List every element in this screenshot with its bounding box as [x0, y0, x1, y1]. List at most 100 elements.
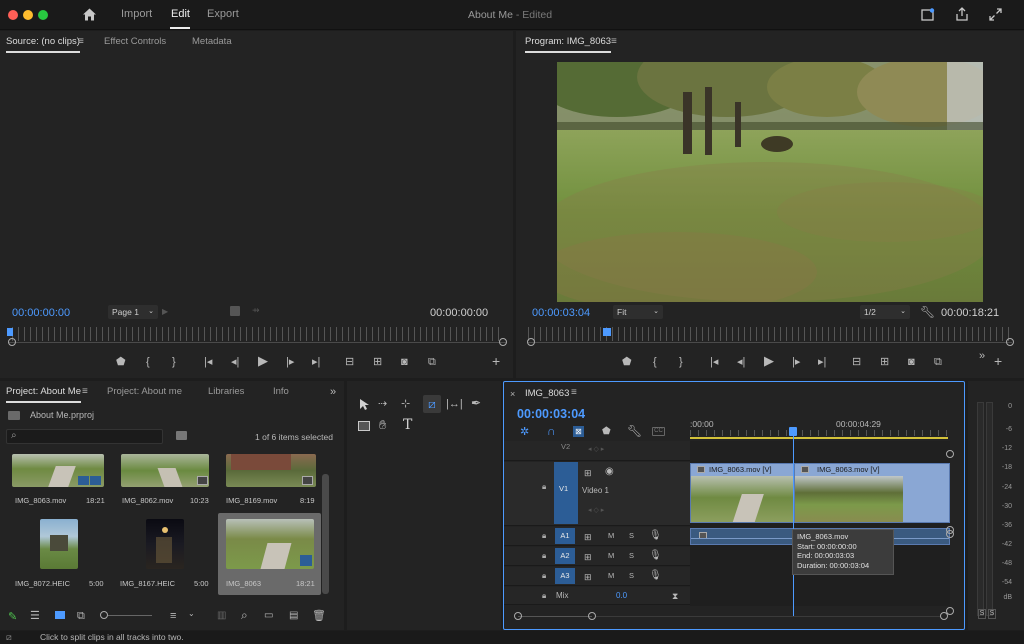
- compare-icon[interactable]: ⧉: [428, 355, 436, 369]
- mark-out-icon[interactable]: }: [172, 355, 176, 369]
- tab-project-about-me-2[interactable]: Project: About me: [107, 381, 182, 403]
- timeline-ruler[interactable]: :00:00 00:00:04:29: [690, 410, 950, 440]
- quick-export-icon[interactable]: [921, 8, 935, 21]
- more-tabs-icon[interactable]: »: [330, 385, 336, 399]
- solo-left-button[interactable]: S: [978, 609, 986, 619]
- find-icon[interactable]: ⌕: [241, 608, 248, 622]
- go-to-in-icon[interactable]: |◂: [204, 355, 212, 369]
- export-frame-icon[interactable]: ◙: [401, 355, 408, 369]
- solo-toggle[interactable]: S: [629, 551, 634, 560]
- linked-selection-icon[interactable]: ⊠: [573, 426, 584, 437]
- sync-icon[interactable]: ⊞: [584, 570, 592, 584]
- close-sequence-icon[interactable]: ×: [510, 387, 515, 401]
- search-input[interactable]: ⌕: [6, 429, 163, 444]
- zoom-handle-left[interactable]: [8, 338, 16, 346]
- source-scroll-track[interactable]: [8, 342, 506, 343]
- rectangle-tool-icon[interactable]: [358, 421, 370, 431]
- microphone-icon[interactable]: 🎙︎: [649, 529, 662, 543]
- wrench-icon[interactable]: 🔧︎: [920, 305, 935, 319]
- lock-icon[interactable]: 🔒︎: [542, 482, 546, 492]
- slip-tool-icon[interactable]: |↔|: [446, 397, 463, 411]
- solo-right-button[interactable]: S: [988, 609, 996, 619]
- home-icon[interactable]: [82, 7, 97, 22]
- eye-icon[interactable]: ◉: [605, 465, 614, 479]
- thumbnail-img-8062-mov[interactable]: [121, 454, 209, 487]
- work-area-bar[interactable]: [690, 437, 948, 439]
- project-scrollbar[interactable]: [322, 474, 329, 594]
- keyframe-nav-icon[interactable]: ◂ ◇ ▸: [588, 445, 604, 453]
- close-window-button[interactable]: [8, 10, 18, 20]
- tab-metadata[interactable]: Metadata: [192, 31, 232, 53]
- compare-icon[interactable]: ⧉: [934, 355, 942, 369]
- minimize-window-button[interactable]: [23, 10, 33, 20]
- source-time-ruler[interactable]: [12, 327, 502, 341]
- panel-menu-icon[interactable]: ≡: [571, 386, 577, 400]
- v1-target-badge[interactable]: [554, 462, 578, 524]
- selection-tool-icon[interactable]: [359, 398, 370, 411]
- v2-track-lane[interactable]: [690, 441, 950, 461]
- thumbnail-img-8167-heic[interactable]: [146, 519, 184, 569]
- sync-icon[interactable]: ⊞: [584, 550, 592, 564]
- mix-value[interactable]: 0.0: [616, 591, 627, 600]
- list-view-icon[interactable]: ☰: [30, 609, 40, 623]
- source-playhead[interactable]: [7, 328, 13, 336]
- scroll-handle-left[interactable]: [514, 612, 522, 620]
- mark-in-icon[interactable]: {: [146, 355, 150, 369]
- panel-menu-icon[interactable]: ≡: [78, 35, 84, 49]
- type-tool-icon[interactable]: T: [403, 417, 412, 433]
- clip-v1-right[interactable]: IMG_8063.mov [V]: [794, 463, 950, 523]
- timeline-timecode[interactable]: 00:00:03:04: [517, 407, 585, 421]
- program-timecode[interactable]: 00:00:03:04: [532, 307, 590, 319]
- page-select[interactable]: Page 1 ⌄: [108, 305, 158, 319]
- mix-options-icon[interactable]: ⧗: [672, 589, 678, 603]
- hand-tool-icon[interactable]: ✋︎: [379, 418, 386, 432]
- add-marker-icon[interactable]: ⬟: [602, 425, 611, 439]
- resolution-select[interactable]: 1/2 ⌄: [860, 305, 910, 319]
- microphone-icon[interactable]: 🎙︎: [649, 549, 662, 563]
- timeline-scroll-bar[interactable]: [596, 616, 941, 617]
- toggle-sync-lock-icon[interactable]: ⊞: [584, 466, 592, 480]
- tab-export[interactable]: Export: [207, 8, 239, 20]
- lock-icon[interactable]: 🔒︎: [542, 551, 546, 561]
- clip-v1-left[interactable]: IMG_8063.mov [V]: [690, 463, 794, 523]
- microphone-icon[interactable]: 🎙︎: [649, 569, 662, 583]
- tab-libraries[interactable]: Libraries: [208, 381, 244, 403]
- tab-info[interactable]: Info: [273, 381, 289, 403]
- drag-audio-icon[interactable]: ⇸: [252, 305, 260, 316]
- solo-toggle[interactable]: S: [629, 571, 634, 580]
- scroll-handle[interactable]: [946, 530, 954, 538]
- program-scroll-track[interactable]: [528, 342, 1012, 343]
- add-button-icon[interactable]: +: [492, 354, 500, 368]
- nest-toggle-icon[interactable]: ✲: [520, 425, 529, 439]
- timeline-scroll-track[interactable]: [518, 616, 592, 617]
- thumbnail-img-8063-mov[interactable]: [12, 454, 104, 487]
- snap-icon[interactable]: ∩: [547, 424, 556, 438]
- track-label-a2[interactable]: A2: [555, 548, 575, 564]
- chevron-down-icon[interactable]: ⌄: [188, 609, 195, 618]
- thumbnail-img-8072-heic[interactable]: [40, 519, 78, 569]
- drag-video-icon[interactable]: [230, 306, 240, 316]
- mark-in-icon[interactable]: {: [653, 355, 657, 369]
- zoom-window-button[interactable]: [38, 10, 48, 20]
- add-marker-icon[interactable]: ⬟: [116, 355, 126, 369]
- new-search-bin-icon[interactable]: [176, 431, 187, 440]
- tab-edit[interactable]: Edit: [171, 8, 190, 20]
- source-timecode[interactable]: 00:00:00:00: [12, 307, 70, 319]
- more-controls-icon[interactable]: »: [979, 349, 985, 363]
- solo-toggle[interactable]: S: [629, 531, 634, 540]
- captions-icon[interactable]: CC: [652, 427, 665, 436]
- play-icon[interactable]: ▶: [764, 354, 774, 368]
- mark-out-icon[interactable]: }: [679, 355, 683, 369]
- razor-tool-icon[interactable]: ⧄: [423, 395, 441, 413]
- trash-icon[interactable]: 🗑︎: [312, 609, 326, 623]
- scroll-handle-right[interactable]: [588, 612, 596, 620]
- freeform-view-icon[interactable]: ⧉: [77, 609, 85, 623]
- icon-view-icon[interactable]: [55, 611, 65, 619]
- program-video-frame[interactable]: [557, 62, 983, 302]
- zoom-slider-handle[interactable]: [100, 611, 108, 619]
- export-frame-icon[interactable]: ◙: [908, 355, 915, 369]
- automate-icon[interactable]: ▥: [217, 609, 226, 623]
- go-to-out-icon[interactable]: ▸|: [818, 355, 826, 369]
- mute-toggle[interactable]: M: [608, 571, 614, 580]
- step-back-icon[interactable]: ◂|: [231, 355, 239, 369]
